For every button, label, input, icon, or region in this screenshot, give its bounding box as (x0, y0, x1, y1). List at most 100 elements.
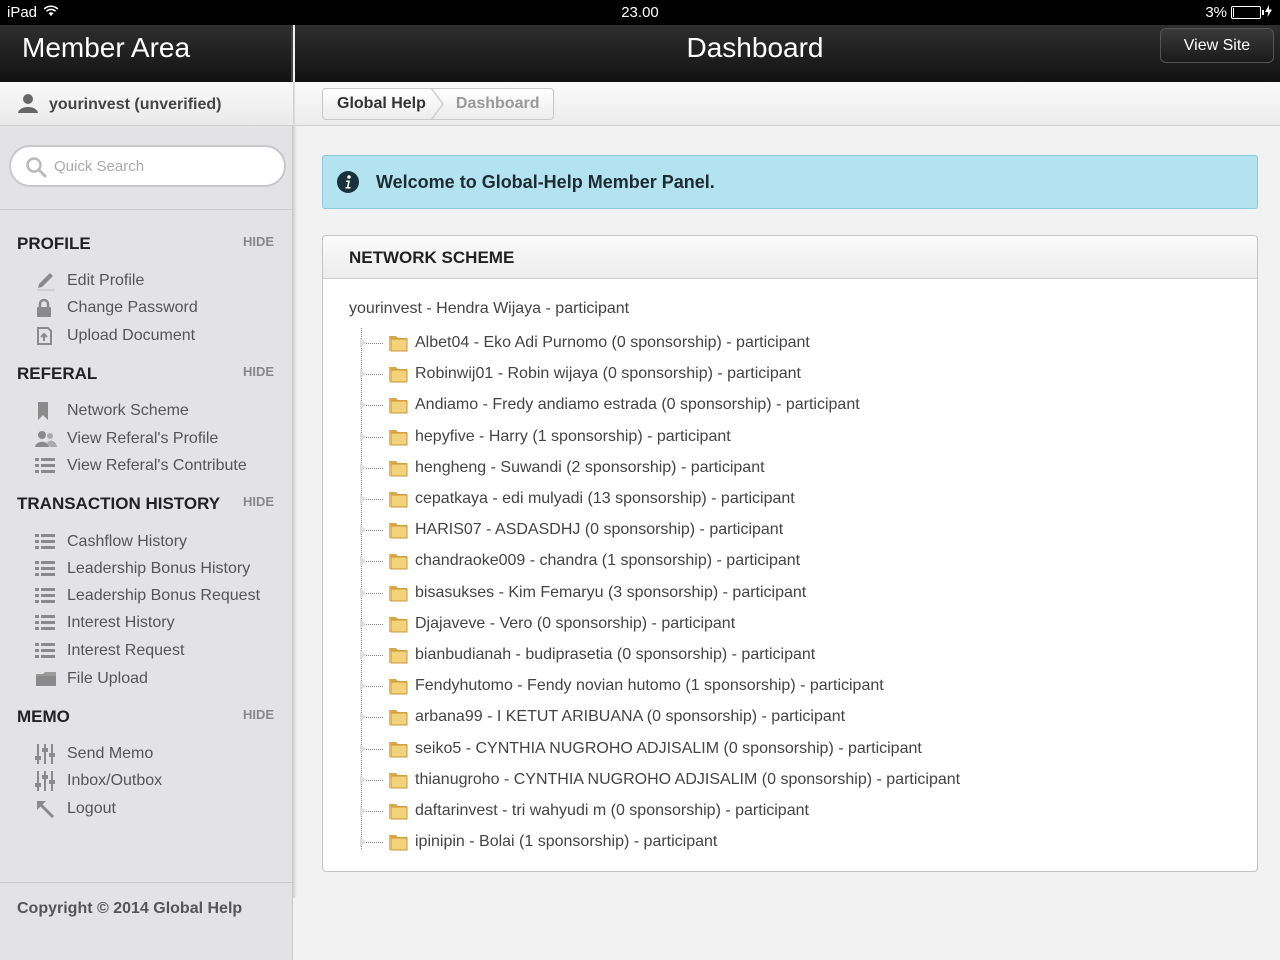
user-row[interactable]: yourinvest (unverified) (0, 82, 293, 126)
expand-arrow-icon[interactable] (360, 462, 366, 473)
tree-node[interactable]: ipinipin - Bolai (1 sponsorship) - parti… (360, 827, 1241, 858)
tree-node[interactable]: hengheng - Suwandi (2 sponsorship) - par… (360, 453, 1241, 484)
expand-arrow-icon[interactable] (360, 369, 366, 380)
member-area-title: Member Area (22, 32, 191, 63)
expand-arrow-icon[interactable] (360, 587, 366, 598)
pencil-icon (33, 271, 67, 291)
expand-arrow-icon[interactable] (360, 681, 366, 692)
list-icon (33, 533, 67, 551)
tree-node[interactable]: HARIS07 - ASDASDHJ (0 sponsorship) - par… (360, 515, 1241, 546)
user-icon (17, 93, 39, 118)
ios-status-bar: iPad 23.00 3% (0, 0, 1280, 25)
expand-arrow-icon[interactable] (360, 743, 366, 754)
tree-node[interactable]: bianbudianah - budiprasetia (0 sponsorsh… (360, 640, 1241, 671)
menu-edit-profile[interactable]: Edit Profile (33, 269, 283, 293)
menu-cashflow-history[interactable]: Cashflow History (33, 530, 283, 554)
menu-view-referal-contribute[interactable]: View Referal's Contribute (33, 454, 283, 478)
tree-node-label: Albet04 - Eko Adi Purnomo (0 sponsorship… (415, 334, 810, 351)
menu-interest-request[interactable]: Interest Request (33, 639, 283, 663)
menu-send-memo[interactable]: Send Memo (33, 742, 283, 766)
menu-label: Edit Profile (67, 272, 145, 289)
tree-node[interactable]: hepyfive - Harry (1 sponsorship) - parti… (360, 422, 1241, 453)
search-input[interactable] (54, 156, 264, 176)
tree-node-label: seiko5 - CYNTHIA NUGROHO ADJISALIM (0 sp… (415, 739, 922, 757)
expand-arrow-icon[interactable] (360, 400, 366, 411)
copyright: Copyright © 2014 Global Help (17, 900, 243, 917)
section-title: PROFILE (17, 234, 91, 253)
menu-label: View Referal's Contribute (67, 457, 247, 474)
expand-arrow-icon[interactable] (360, 837, 366, 848)
view-site-button[interactable]: View Site (1160, 28, 1274, 63)
hide-toggle[interactable]: HIDE (243, 494, 274, 509)
tree-node[interactable]: bisasukses - Kim Femaryu (3 sponsorship)… (360, 578, 1241, 609)
tree-node[interactable]: cepatkaya - edi mulyadi (13 sponsorship)… (360, 484, 1241, 515)
tree-node[interactable]: thianugroho - CYNTHIA NUGROHO ADJISALIM … (360, 765, 1241, 796)
tree-node[interactable]: arbana99 - I KETUT ARIBUANA (0 sponsorsh… (360, 702, 1241, 733)
menu-leadership-bonus-history[interactable]: Leadership Bonus History (33, 557, 283, 581)
tree-node[interactable]: Andiamo - Fredy andiamo estrada (0 spons… (360, 390, 1241, 421)
tree-node[interactable]: chandraoke009 - chandra (1 sponsorship) … (360, 546, 1241, 577)
folder-icon (387, 801, 409, 826)
alert-text: Welcome to Global-Help Member Panel. (376, 172, 715, 192)
network-tree: Albet04 - Eko Adi Purnomo (0 sponsorship… (360, 328, 1241, 854)
clock: 23.00 (621, 4, 659, 21)
menu-interest-history[interactable]: Interest History (33, 611, 283, 635)
charging-icon (1265, 4, 1272, 21)
hide-toggle[interactable]: HIDE (243, 707, 274, 722)
info-icon (337, 171, 359, 198)
tree-node-label: bianbudianah - budiprasetia (0 sponsorsh… (415, 646, 816, 663)
list-icon (33, 642, 67, 660)
hide-toggle[interactable]: HIDE (243, 234, 274, 249)
menu-view-referal-profile[interactable]: View Referal's Profile (33, 427, 283, 451)
breadcrumb-bar: Global Help Dashboard (295, 82, 1280, 126)
network-scheme-panel: NETWORK SCHEME yourinvest - Hendra Wijay… (322, 235, 1258, 872)
tree-node[interactable]: Fendyhutomo - Fendy novian hutomo (1 spo… (360, 671, 1241, 702)
tree-node[interactable]: Albet04 - Eko Adi Purnomo (0 sponsorship… (360, 328, 1241, 359)
menu-upload-document[interactable]: Upload Document (33, 324, 283, 348)
folder-icon (387, 614, 409, 639)
menu-leadership-bonus-request[interactable]: Leadership Bonus Request (33, 584, 283, 608)
folder-icon (387, 832, 409, 857)
tree-node-label: chandraoke009 - chandra (1 sponsorship) … (415, 552, 801, 570)
tree-node-label: HARIS07 - ASDASDHJ (0 sponsorship) - par… (415, 521, 784, 539)
tree-node-label: Fendyhutomo - Fendy novian hutomo (1 spo… (415, 677, 884, 695)
expand-arrow-icon[interactable] (360, 618, 366, 629)
folder-icon (33, 670, 67, 688)
search-box[interactable] (9, 145, 286, 187)
expand-arrow-icon[interactable] (360, 806, 366, 816)
folder-icon (387, 707, 409, 732)
folder-icon (387, 645, 409, 670)
menu-label: Inbox/Outbox (67, 772, 163, 789)
expand-arrow-icon[interactable] (360, 338, 366, 348)
tree-node[interactable]: seiko5 - CYNTHIA NUGROHO ADJISALIM (0 sp… (360, 734, 1241, 765)
expand-arrow-icon[interactable] (360, 650, 366, 660)
tree-node[interactable]: daftarinvest - tri wahyudi m (0 sponsors… (360, 796, 1241, 827)
folder-icon (387, 333, 409, 358)
expand-arrow-icon[interactable] (360, 525, 366, 536)
folder-icon (387, 364, 409, 389)
hide-toggle[interactable]: HIDE (243, 364, 274, 379)
tree-node[interactable]: Djajaveve - Vero (0 sponsorship) - parti… (360, 609, 1241, 640)
expand-arrow-icon[interactable] (360, 556, 366, 567)
tree-root[interactable]: yourinvest - Hendra Wijaya - participant (349, 300, 629, 318)
expand-arrow-icon[interactable] (360, 774, 366, 785)
tree-node-label: bisasukses - Kim Femaryu (3 sponsorship)… (415, 583, 807, 601)
breadcrumb-global-help[interactable]: Global Help (323, 89, 436, 119)
welcome-alert: Welcome to Global-Help Member Panel. (322, 155, 1258, 209)
menu-label: Upload Document (67, 327, 196, 344)
menu-network-scheme[interactable]: Network Scheme (33, 399, 283, 423)
menu-label: Leadership Bonus History (67, 560, 251, 577)
menu-inbox-outbox[interactable]: Inbox/Outbox (33, 769, 283, 793)
bookmark-icon (33, 401, 67, 421)
tree-node[interactable]: Robinwij01 - Robin wijaya (0 sponsorship… (360, 359, 1241, 390)
expand-arrow-icon[interactable] (360, 712, 366, 723)
menu-change-password[interactable]: Change Password (33, 296, 283, 320)
folder-icon (387, 395, 409, 420)
menu-logout[interactable]: Logout (33, 797, 283, 821)
folder-icon (387, 739, 409, 764)
expand-arrow-icon[interactable] (360, 431, 366, 442)
expand-arrow-icon[interactable] (360, 494, 366, 504)
list-icon (33, 457, 67, 475)
menu-file-upload[interactable]: File Upload (33, 667, 283, 691)
panel-header: NETWORK SCHEME (323, 236, 1257, 279)
